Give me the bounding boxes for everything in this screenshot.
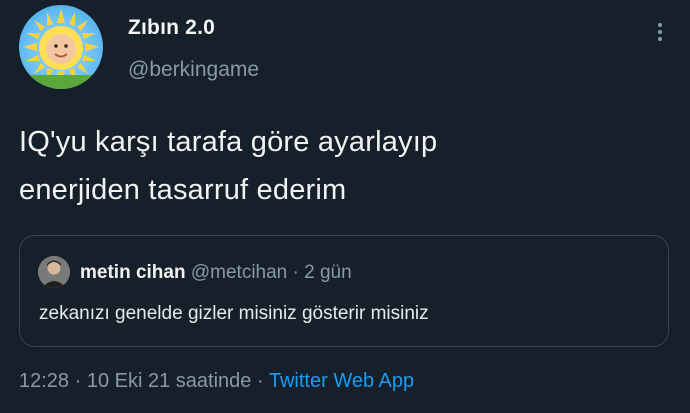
user-photo-avatar-image	[38, 256, 70, 288]
tweet-text-line-1: IQ'yu karşı tarafa göre ayarlayıp	[19, 126, 438, 158]
quoted-separator: ·	[292, 262, 299, 283]
author-name[interactable]: Zıbın 2.0	[128, 16, 215, 40]
quoted-text: zekanızı genelde gizler misiniz gösterir…	[39, 303, 429, 324]
author-avatar[interactable]	[19, 5, 103, 89]
quoted-timestamp[interactable]: 2 gün	[304, 262, 352, 283]
tweet-text-line-2: enerjiden tasarruf ederim	[19, 174, 347, 206]
sun-baby-avatar-image	[19, 9, 103, 89]
quoted-author-avatar[interactable]	[38, 256, 70, 288]
quoted-header: metin cihan @metcihan · 2 gün	[80, 262, 352, 284]
tweet-source-link[interactable]: Twitter Web App	[269, 370, 414, 392]
tweet-date[interactable]: 10 Eki 21 saatinde	[87, 370, 252, 392]
more-vertical-icon-glyph	[658, 23, 662, 41]
meta-separator-1: ·	[74, 370, 82, 392]
more-vertical-icon[interactable]	[650, 18, 670, 46]
author-handle[interactable]: @berkingame	[128, 58, 259, 82]
tweet-time[interactable]: 12:28	[19, 370, 69, 392]
meta-separator-2: ·	[256, 370, 264, 392]
tweet-text: IQ'yu karşı tarafa göre ayarlayıp enerji…	[19, 118, 659, 214]
quoted-author-name[interactable]: metin cihan	[80, 262, 186, 283]
quoted-author-handle[interactable]: @metcihan	[191, 262, 287, 283]
tweet-card: Zıbın 2.0 @berkingame IQ'yu karşı tarafa…	[0, 0, 690, 413]
tweet-meta: 12:28 · 10 Eki 21 saatinde · Twitter Web…	[19, 370, 414, 393]
quoted-tweet[interactable]: metin cihan @metcihan · 2 gün zekanızı g…	[19, 235, 669, 347]
